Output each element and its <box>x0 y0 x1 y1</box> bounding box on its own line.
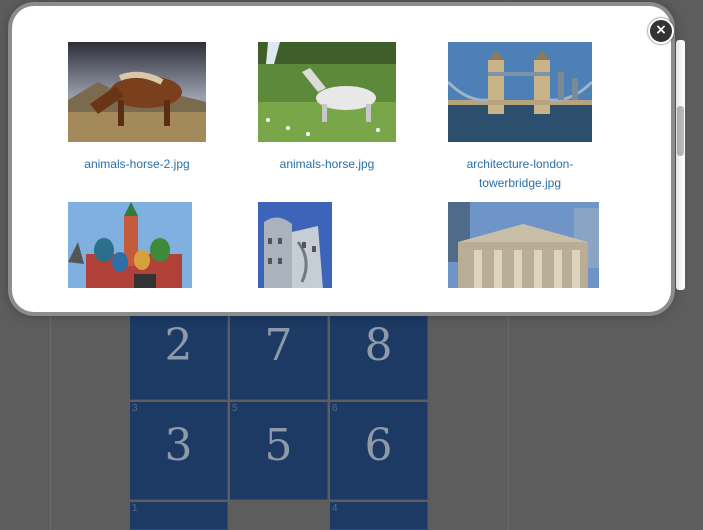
tower-bridge-thumbnail[interactable] <box>448 42 592 142</box>
image-filename-link[interactable]: animals-horse-2.jpg <box>68 155 206 174</box>
image-filename-link[interactable]: animals-horse.jpg <box>258 155 396 174</box>
puzzle-tile[interactable]: 3 3 <box>130 402 228 500</box>
image-filename-link[interactable]: architecture-london- towerbridge.jpg <box>448 155 592 193</box>
image-item[interactable]: architecture-london- towerbridge.jpg <box>448 42 592 193</box>
puzzle-tile[interactable]: 6 6 <box>330 402 428 500</box>
gallery-scrollbar[interactable] <box>676 40 685 290</box>
puzzle-tile[interactable]: 8 <box>330 302 428 400</box>
filename-line-2: towerbridge.jpg <box>478 176 562 190</box>
close-icon: × <box>655 22 667 38</box>
tile-index: 3 <box>132 403 138 414</box>
library-thumbnail[interactable] <box>448 202 599 288</box>
puzzle-tile[interactable]: 2 <box>130 302 228 400</box>
dancing-house-thumbnail[interactable] <box>258 202 332 288</box>
image-picker-modal: × animals-horse-2.jpg animals-horse.jpg … <box>12 6 674 312</box>
image-item[interactable] <box>68 202 192 288</box>
filename-line-1: architecture-london- <box>466 157 574 171</box>
close-button[interactable]: × <box>648 18 674 44</box>
scrollbar-thumb[interactable] <box>677 106 684 156</box>
image-item[interactable] <box>448 202 599 288</box>
tile-index: 5 <box>232 403 238 414</box>
puzzle-tile[interactable]: 4 <box>330 502 428 530</box>
tile-index: 6 <box>332 403 338 414</box>
tile-number: 7 <box>264 320 293 371</box>
tile-number: 8 <box>364 320 393 371</box>
tile-number: 5 <box>264 420 293 471</box>
puzzle-tile[interactable]: 1 <box>130 502 228 530</box>
tile-number: 6 <box>364 420 393 471</box>
image-item[interactable]: animals-horse.jpg <box>258 42 396 174</box>
horse-thumbnail[interactable] <box>68 42 206 142</box>
puzzle-tile[interactable]: 7 <box>230 302 328 400</box>
image-item[interactable]: animals-horse-2.jpg <box>68 42 206 174</box>
tile-index: 4 <box>332 503 338 514</box>
tile-number: 3 <box>164 420 193 471</box>
cathedral-thumbnail[interactable] <box>68 202 192 288</box>
tile-number: 2 <box>164 320 193 371</box>
puzzle-tile[interactable]: 5 5 <box>230 402 328 500</box>
horse-thumbnail[interactable] <box>258 42 396 142</box>
tile-index: 1 <box>132 503 138 514</box>
image-grid: animals-horse-2.jpg animals-horse.jpg ar… <box>40 42 660 288</box>
image-item[interactable] <box>258 202 332 288</box>
